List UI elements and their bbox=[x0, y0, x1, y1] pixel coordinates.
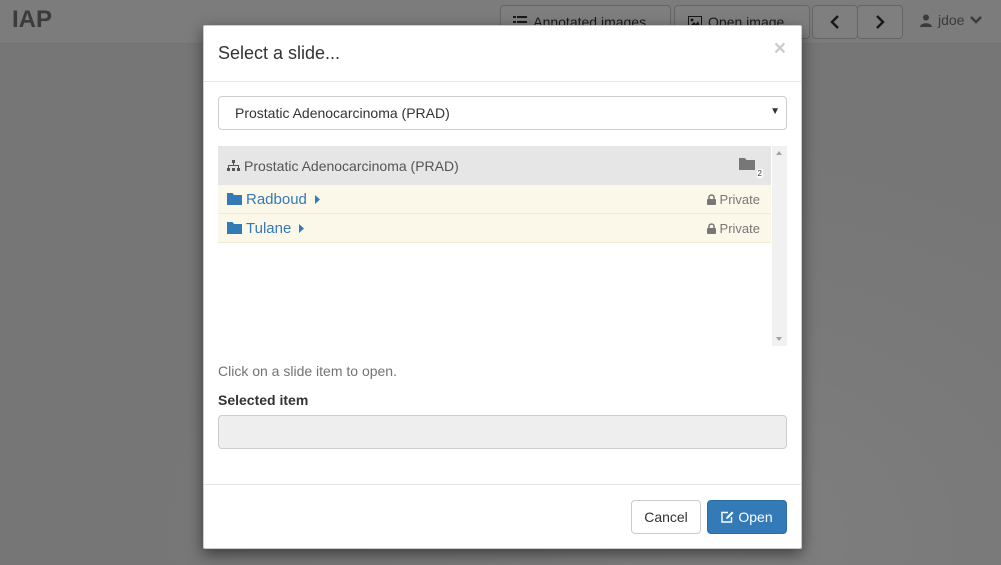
sitemap-icon bbox=[227, 159, 240, 171]
scroll-up-icon[interactable] bbox=[776, 151, 782, 155]
open-label: Open bbox=[738, 509, 773, 525]
selected-item-field bbox=[218, 415, 787, 449]
tree-root[interactable]: Prostatic Adenocarcinoma (PRAD) 2 bbox=[218, 146, 771, 185]
tree-scrollbar[interactable] bbox=[772, 146, 787, 346]
caret-down-icon: ▼ bbox=[770, 106, 780, 117]
folder-icon bbox=[739, 158, 755, 170]
slide-tree: Prostatic Adenocarcinoma (PRAD) 2 Radbou… bbox=[218, 146, 787, 346]
folder-icon bbox=[227, 193, 242, 205]
caret-right-icon[interactable] bbox=[314, 194, 320, 204]
dialog-header: Select a slide... × bbox=[204, 26, 801, 82]
folder-row-tulane[interactable]: Tulane Private bbox=[218, 214, 771, 243]
access-label: Private bbox=[719, 221, 760, 236]
cancel-label: Cancel bbox=[644, 509, 688, 525]
lock-icon bbox=[706, 194, 716, 205]
edit-icon bbox=[721, 511, 734, 523]
private-tag: Private bbox=[706, 221, 760, 236]
open-button[interactable]: Open bbox=[707, 500, 787, 534]
cancel-button[interactable]: Cancel bbox=[631, 500, 701, 534]
folder-icon bbox=[227, 222, 242, 234]
tree-root-label: Prostatic Adenocarcinoma (PRAD) bbox=[244, 157, 459, 174]
folder-name[interactable]: Tulane bbox=[246, 220, 291, 237]
dialog-footer: Cancel Open bbox=[204, 484, 801, 548]
select-slide-dialog: Select a slide... × Prostatic Adenocarci… bbox=[203, 25, 802, 549]
collection-select-value: Prostatic Adenocarcinoma (PRAD) bbox=[235, 105, 450, 121]
collection-select[interactable]: Prostatic Adenocarcinoma (PRAD) ▼ bbox=[218, 96, 787, 130]
folder-count: 2 bbox=[756, 169, 763, 178]
access-label: Private bbox=[719, 192, 760, 207]
caret-right-icon[interactable] bbox=[299, 223, 305, 233]
private-tag: Private bbox=[706, 192, 760, 207]
dialog-title: Select a slide... bbox=[218, 43, 341, 63]
folder-row-radboud[interactable]: Radboud Private bbox=[218, 185, 771, 214]
folder-name[interactable]: Radboud bbox=[246, 191, 307, 208]
selected-item-label: Selected item bbox=[218, 392, 309, 408]
scroll-down-icon[interactable] bbox=[776, 337, 782, 341]
lock-icon bbox=[706, 223, 716, 234]
folder-count-badge: 2 bbox=[739, 157, 763, 178]
help-text: Click on a slide item to open. bbox=[218, 363, 397, 379]
close-button[interactable]: × bbox=[774, 38, 786, 59]
